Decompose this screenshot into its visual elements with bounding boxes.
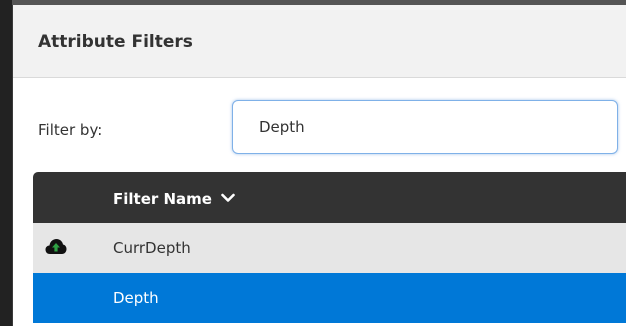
table-row[interactable]: CurrDepth — [33, 223, 626, 273]
row-name: CurrDepth — [113, 239, 191, 257]
window-left-edge — [0, 0, 12, 326]
filter-by-label: Filter by: — [38, 121, 103, 139]
page: Attribute Filters Filter by: Filter Name… — [0, 0, 626, 326]
attribute-filters-panel: Attribute Filters Filter by: Filter Name… — [12, 5, 626, 326]
table-header: Filter Name — [33, 172, 626, 223]
row-name: Depth — [113, 289, 159, 307]
panel-title: Attribute Filters — [38, 32, 193, 52]
column-header-label: Filter Name — [113, 190, 212, 208]
chevron-down-icon — [221, 193, 236, 202]
cloud-upload-icon — [45, 239, 67, 254]
filter-table: Filter Name CurrDepth Depth — [33, 172, 626, 323]
filter-input[interactable] — [232, 100, 618, 154]
table-row-selected[interactable]: Depth — [33, 273, 626, 323]
panel-header: Attribute Filters — [13, 5, 626, 78]
column-header-filter-name[interactable]: Filter Name — [113, 190, 236, 208]
